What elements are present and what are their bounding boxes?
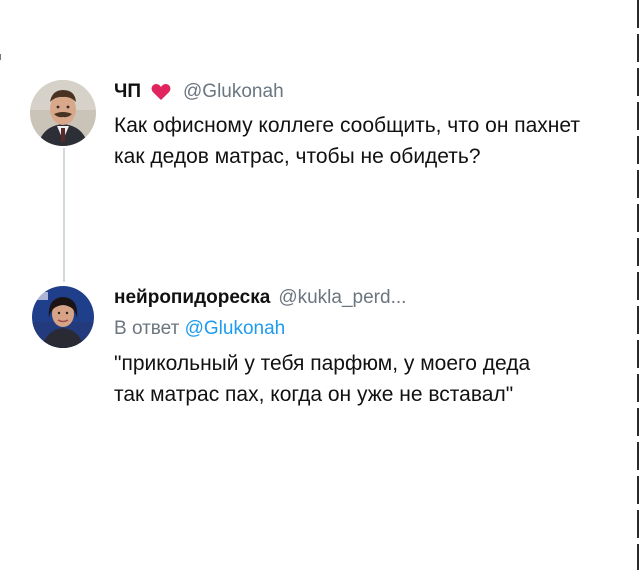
author-name[interactable]: нейропидореска xyxy=(114,285,270,311)
reply-prefix: В ответ xyxy=(114,318,180,339)
frame-edge-mark xyxy=(0,54,1,60)
reply-tweet: нейропидореска @kukla_perd... В ответ @G… xyxy=(114,284,620,410)
frame-edge xyxy=(637,0,639,570)
original-tweet: ЧП @Glukonah Как офисному коллеге сообщи… xyxy=(114,78,620,172)
thread-connector-line xyxy=(63,148,65,282)
tweet-header: нейропидореска @kukla_perd... xyxy=(114,284,620,312)
tweet-text: "прикольный у тебя парфюм, у моего деда … xyxy=(114,352,536,406)
user-avatar-icon xyxy=(30,80,96,146)
author-handle[interactable]: @kukla_perd... xyxy=(278,285,406,311)
reply-context: В ответ @Glukonah xyxy=(114,316,620,342)
author-handle[interactable]: @Glukonah xyxy=(183,79,284,105)
user-avatar-icon xyxy=(32,286,94,348)
heart-emoji-icon xyxy=(151,83,171,101)
reply-mention-link[interactable]: @Glukonah xyxy=(185,318,286,339)
avatar[interactable] xyxy=(30,80,96,146)
tweet-text: Как офисному коллеге сообщить, что он па… xyxy=(114,114,586,168)
tweet-header: ЧП @Glukonah xyxy=(114,78,620,106)
tweet-thread: ЧП @Glukonah Как офисному коллеге сообщи… xyxy=(0,0,640,570)
author-name[interactable]: ЧП xyxy=(114,79,141,105)
avatar[interactable] xyxy=(32,286,94,348)
